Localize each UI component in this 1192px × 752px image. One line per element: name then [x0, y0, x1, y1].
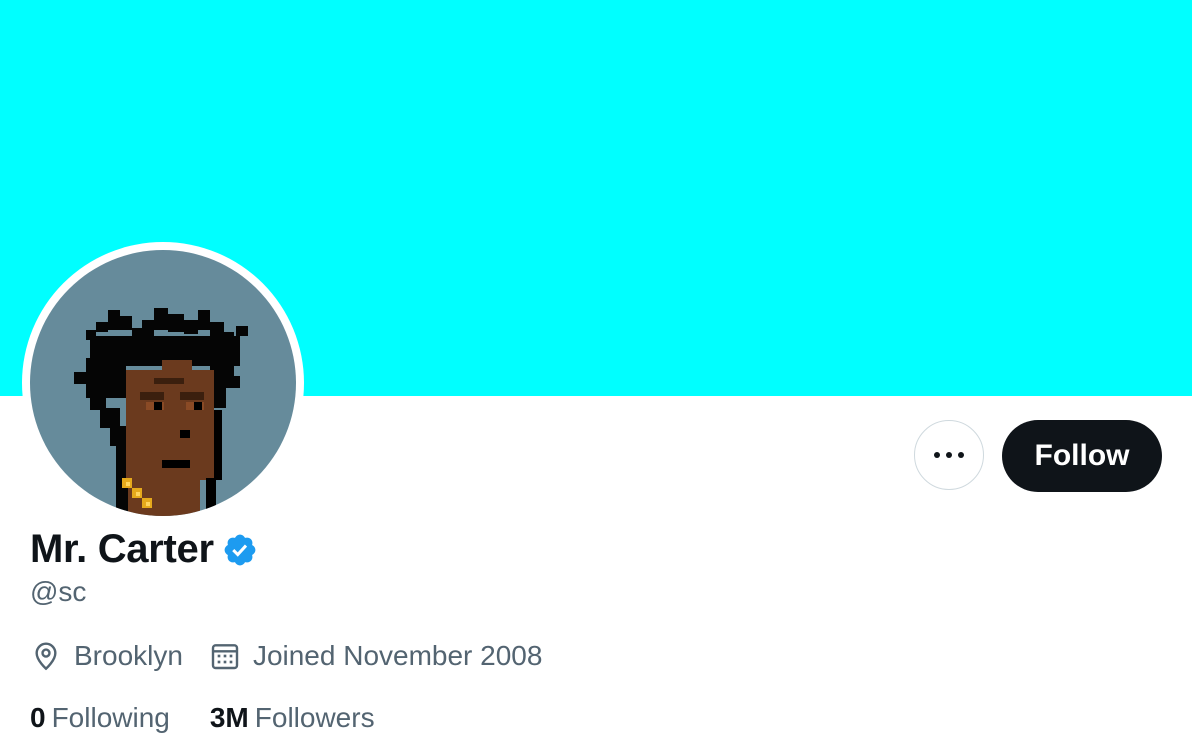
profile-name-row: Mr. Carter: [30, 524, 258, 574]
avatar-ring: [22, 242, 304, 524]
avatar[interactable]: [30, 250, 296, 516]
following-label: Following: [51, 702, 170, 733]
profile-stats: 0 Following 3M Followers: [30, 698, 375, 738]
location-item: Brooklyn: [30, 640, 183, 672]
followers-count: 3M: [209, 702, 249, 733]
location-text: Brooklyn: [74, 640, 183, 671]
pixel-punk-avatar: [74, 308, 248, 516]
followers-label: Followers: [254, 702, 375, 733]
display-name: Mr. Carter: [30, 526, 214, 571]
verified-badge-icon[interactable]: [222, 532, 258, 568]
more-options-button[interactable]: [914, 420, 984, 490]
location-pin-icon: [30, 640, 62, 672]
following-count: 0: [30, 702, 46, 733]
joined-item: Joined November 2008: [209, 640, 543, 672]
profile-page: Follow Mr. Carter @sc Brooklyn Joined No…: [0, 0, 1192, 752]
calendar-icon: [209, 640, 241, 672]
follow-button-label: Follow: [1034, 439, 1130, 472]
follow-button[interactable]: Follow: [1002, 420, 1162, 492]
profile-handle: @sc: [30, 576, 87, 607]
followers-link[interactable]: 3M Followers: [210, 702, 375, 734]
joined-text: Joined November 2008: [252, 640, 543, 671]
more-dots-icon: [934, 452, 964, 458]
following-link[interactable]: 0 Following: [30, 702, 170, 734]
profile-meta: Brooklyn Joined November 2008: [30, 636, 542, 676]
